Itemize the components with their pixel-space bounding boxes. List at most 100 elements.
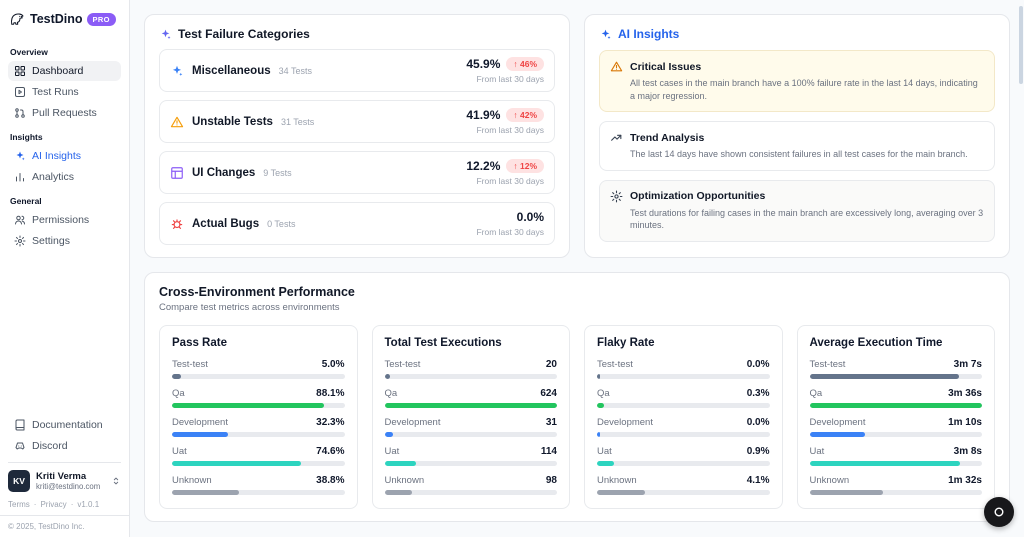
progress-fill	[597, 490, 645, 495]
terms-link[interactable]: Terms	[8, 500, 30, 509]
bug-icon	[170, 217, 184, 231]
section-label-insights: Insights	[10, 132, 119, 142]
pass-rate-panel: Pass Rate Test-test5.0% Qa88.1% Developm…	[159, 325, 358, 509]
category-test-count: 31 Tests	[281, 117, 314, 127]
progress-fill	[810, 461, 960, 466]
version-label: v1.0.1	[77, 500, 99, 509]
env-label: Test-test	[172, 359, 208, 370]
progress-track	[385, 374, 558, 379]
sidebar: TestDino PRO Overview Dashboard Test Run…	[0, 0, 130, 537]
progress-track	[810, 490, 983, 495]
env-label: Uat	[597, 446, 612, 457]
separator: ·	[71, 500, 74, 509]
insight-title: Critical Issues	[630, 61, 701, 73]
help-icon	[992, 505, 1006, 519]
progress-track	[810, 374, 983, 379]
env-value: 38.8%	[316, 475, 344, 486]
category-percentage: 41.9%	[466, 108, 500, 122]
section-label-overview: Overview	[10, 47, 119, 57]
flaky-rate-panel: Flaky Rate Test-test0.0% Qa0.3% Developm…	[584, 325, 783, 509]
sparkles-icon	[159, 28, 172, 41]
env-value: 32.3%	[316, 417, 344, 428]
progress-fill	[810, 490, 883, 495]
change-badge: ↑ 46%	[506, 57, 544, 71]
sidebar-item-permissions[interactable]: Permissions	[8, 210, 121, 230]
test-runs-icon	[14, 86, 26, 98]
progress-track	[385, 461, 558, 466]
progress-track	[385, 432, 558, 437]
sidebar-item-pull-requests[interactable]: Pull Requests	[8, 103, 121, 123]
scrollbar-thumb[interactable]	[1019, 6, 1023, 84]
sidebar-item-documentation[interactable]: Documentation	[8, 415, 121, 435]
env-value: 74.6%	[316, 446, 344, 457]
app-name: TestDino	[30, 12, 83, 26]
dino-logo-icon	[8, 10, 26, 28]
metric-row-test-test: Test-test 5.0%	[172, 359, 345, 379]
sidebar-item-dashboard[interactable]: Dashboard	[8, 61, 121, 81]
progress-fill	[172, 432, 228, 437]
panel-title: Average Execution Time	[810, 337, 983, 349]
metric-row-qa: Qa0.3%	[597, 388, 770, 408]
user-menu[interactable]: KV Kriti Verma kriti@testdino.com	[8, 462, 121, 499]
gear-icon	[610, 190, 623, 203]
env-value: 4.1%	[747, 475, 770, 486]
total-executions-panel: Total Test Executions Test-test20 Qa624 …	[372, 325, 571, 509]
env-label: Uat	[810, 446, 825, 457]
category-label: UI Changes	[192, 167, 255, 179]
progress-track	[597, 461, 770, 466]
privacy-link[interactable]: Privacy	[40, 500, 66, 509]
env-value: 20	[546, 359, 557, 370]
env-label: Development	[597, 417, 653, 428]
env-value: 114	[541, 446, 557, 457]
users-icon	[14, 214, 26, 226]
progress-fill	[810, 403, 983, 408]
sidebar-item-settings[interactable]: Settings	[8, 231, 121, 251]
user-name: Kriti Verma	[36, 471, 100, 482]
pro-badge: PRO	[87, 13, 116, 26]
sidebar-item-test-runs[interactable]: Test Runs	[8, 82, 121, 102]
env-label: Unknown	[810, 475, 850, 486]
progress-fill	[172, 490, 239, 495]
progress-track	[597, 432, 770, 437]
env-value: 0.9%	[747, 446, 770, 457]
category-label: Unstable Tests	[192, 116, 273, 128]
progress-fill	[597, 461, 614, 466]
sidebar-item-analytics[interactable]: Analytics	[8, 167, 121, 187]
metric-row-development: Development0.0%	[597, 417, 770, 437]
change-badge: ↑ 12%	[506, 159, 544, 173]
category-test-count: 0 Tests	[267, 219, 295, 229]
metric-row-unknown: Unknown38.8%	[172, 475, 345, 495]
env-label: Qa	[597, 388, 610, 399]
category-percentage: 45.9%	[466, 57, 500, 71]
insight-title: Optimization Opportunities	[630, 190, 765, 202]
progress-track	[810, 461, 983, 466]
env-label: Test-test	[597, 359, 633, 370]
insight-optimization-opportunities: Optimization Opportunities Test duration…	[599, 180, 995, 242]
metric-row-unknown: Unknown 4.1%	[597, 475, 770, 495]
app-logo[interactable]: TestDino PRO	[8, 8, 121, 38]
category-label: Miscellaneous	[192, 65, 271, 77]
sidebar-item-ai-insights[interactable]: AI Insights	[8, 146, 121, 166]
progress-track	[172, 432, 345, 437]
chevrons-up-down-icon	[111, 476, 121, 486]
env-value: 5.0%	[322, 359, 345, 370]
metric-row-test-test: Test-test20	[385, 359, 558, 379]
pull-request-icon	[14, 107, 26, 119]
change-badge: ↑ 42%	[506, 108, 544, 122]
metric-row-test-test: Test-test 0.0%	[597, 359, 770, 379]
layout-icon	[170, 166, 184, 180]
main-content: Test Failure Categories Miscellaneous 34…	[130, 0, 1024, 537]
avatar: KV	[8, 470, 30, 492]
category-test-count: 9 Tests	[263, 168, 291, 178]
sidebar-item-discord[interactable]: Discord	[8, 436, 121, 456]
env-value: 0.0%	[747, 359, 770, 370]
env-label: Uat	[385, 446, 400, 457]
metric-row-unknown: Unknown1m 32s	[810, 475, 983, 495]
env-label: Unknown	[597, 475, 637, 486]
help-button[interactable]	[984, 497, 1014, 527]
metric-row-qa: Qa88.1%	[172, 388, 345, 408]
sidebar-item-label: Analytics	[32, 171, 74, 183]
env-label: Development	[385, 417, 441, 428]
env-value: 624	[540, 388, 557, 399]
failure-category-row-ui-changes: UI Changes 9 Tests 12.2% ↑ 12% From last…	[159, 151, 555, 194]
